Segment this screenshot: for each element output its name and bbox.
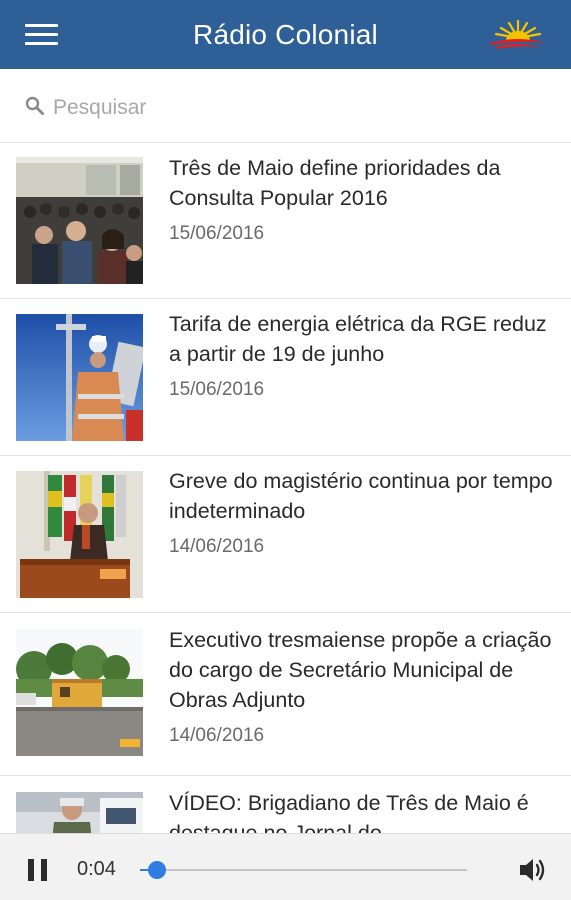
news-item[interactable]: VÍDEO: Brigadiano de Três de Maio é dest… (0, 776, 571, 833)
hamburger-menu-icon[interactable] (25, 24, 59, 48)
news-title: Executivo tresmaiense propõe a criação d… (169, 628, 552, 712)
news-date: 14/06/2016 (169, 536, 265, 557)
news-thumbnail-speaker (16, 471, 143, 598)
search-input[interactable] (53, 93, 543, 123)
app-bar: Rádio Colonial (0, 0, 571, 69)
news-thumbnail-electric-worker (16, 314, 143, 441)
news-title: Tarifa de energia elétrica da RGE reduz … (169, 312, 547, 366)
news-date: 14/06/2016 (169, 725, 265, 746)
news-list: Três de Maio define prioridades da Consu… (0, 143, 571, 833)
app-title: Rádio Colonial (193, 18, 378, 50)
news-text: VÍDEO: Brigadiano de Três de Maio é dest… (169, 788, 553, 833)
news-item[interactable]: Tarifa de energia elétrica da RGE reduz … (0, 299, 571, 456)
news-text: Greve do magistério continua por tempo i… (169, 466, 553, 560)
news-text: Tarifa de energia elétrica da RGE reduz … (169, 309, 553, 403)
news-thumbnail-police-officer (16, 792, 143, 833)
news-thumbnail-audience (16, 157, 143, 284)
volume-icon[interactable] (518, 856, 548, 884)
news-title: Greve do magistério continua por tempo i… (169, 469, 553, 523)
news-title: VÍDEO: Brigadiano de Três de Maio é dest… (169, 791, 529, 833)
progress-slider[interactable] (140, 861, 467, 879)
news-title: Três de Maio define prioridades da Consu… (169, 156, 501, 210)
progress-thumb[interactable] (148, 861, 166, 879)
search-bar (0, 69, 571, 143)
news-date: 15/06/2016 (169, 223, 265, 244)
news-text: Executivo tresmaiense propõe a criação d… (169, 625, 553, 749)
progress-track (140, 869, 467, 871)
news-text: Três de Maio define prioridades da Consu… (169, 153, 553, 247)
playback-time: 0:04 (77, 858, 116, 880)
sunrise-logo (490, 19, 546, 49)
pause-icon[interactable] (28, 859, 48, 881)
news-date: 15/06/2016 (169, 379, 265, 400)
news-item[interactable]: Greve do magistério continua por tempo i… (0, 456, 571, 613)
news-item[interactable]: Três de Maio define prioridades da Consu… (0, 143, 571, 299)
audio-player: 0:04 (0, 833, 571, 900)
news-item[interactable]: Executivo tresmaiense propõe a criação d… (0, 613, 571, 776)
news-thumbnail-street (16, 629, 143, 756)
search-icon (25, 96, 44, 115)
